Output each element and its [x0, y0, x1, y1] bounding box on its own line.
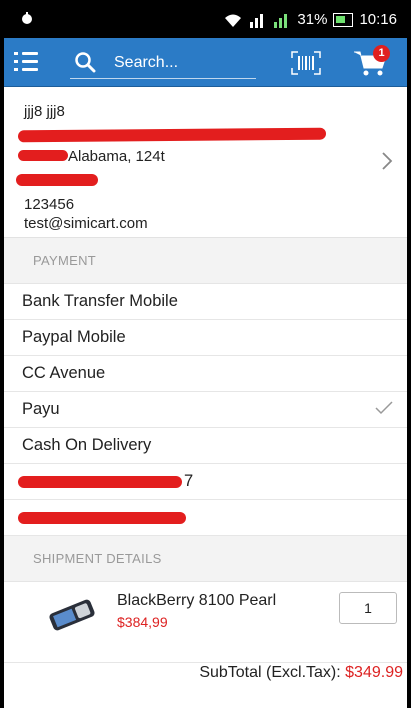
product-name: BlackBerry 8100 Pearl — [117, 592, 277, 609]
address-email: test@simicart.com — [24, 215, 148, 232]
redaction-mark — [18, 150, 68, 161]
payment-method-saved-card[interactable]: 7 — [4, 464, 407, 500]
address-name: jjj8 jjj8 — [24, 103, 65, 120]
battery-percent: 31% — [297, 11, 328, 28]
wifi-icon — [225, 14, 242, 27]
subtotal-row: SubTotal (Excl.Tax): $349.99 — [4, 664, 403, 682]
app-toolbar: Search... 1 — [4, 38, 407, 87]
redaction-mark — [17, 127, 327, 143]
product-price: $384,99 — [117, 614, 168, 630]
search-input[interactable]: Search... — [70, 48, 256, 79]
payment-method-label: Payu — [22, 400, 60, 418]
payment-method-paypal[interactable]: Paypal Mobile — [4, 320, 407, 356]
payment-method-bank-transfer[interactable]: Bank Transfer Mobile — [4, 284, 407, 320]
status-icons: 31% 10:16 — [223, 11, 397, 28]
shipment-section-header: SHIPMENT DETAILS — [4, 536, 407, 582]
cart-count-badge: 1 — [373, 45, 390, 62]
subtotal-value: $349.99 — [345, 664, 403, 681]
redaction-mark — [18, 512, 186, 524]
signal-icon-2 — [274, 13, 288, 28]
payment-method-cc-avenue[interactable]: CC Avenue — [4, 356, 407, 392]
chevron-right-icon — [382, 152, 393, 170]
barcode-scanner-icon[interactable] — [290, 50, 322, 76]
shipping-address-card[interactable]: jjj8 jjj8 Alabama, 124t 123456 test@simi… — [4, 87, 407, 238]
search-placeholder: Search... — [114, 54, 179, 71]
phone-screen: 31% 10:16 Search... 1 jjj8 jjj8 Alabama,… — [4, 2, 407, 708]
clock: 10:16 — [359, 11, 397, 28]
android-notification-icon — [22, 12, 32, 24]
search-icon — [75, 52, 96, 73]
address-city: Alabama, 124t — [68, 148, 165, 165]
payment-method-cod[interactable]: Cash On Delivery — [4, 428, 407, 464]
status-bar: 31% 10:16 — [4, 2, 407, 38]
product-image — [49, 599, 95, 631]
quantity-field[interactable]: 1 — [339, 592, 397, 624]
redaction-mark — [16, 174, 98, 186]
payment-method-saved-card-2[interactable] — [4, 500, 407, 536]
payment-section-header: PAYMENT — [4, 238, 407, 284]
shipment-item: BlackBerry 8100 Pearl $384,99 1 — [4, 582, 407, 663]
signal-icon-1 — [250, 13, 264, 28]
payment-method-payu[interactable]: Payu — [4, 392, 407, 428]
redaction-mark — [18, 476, 182, 488]
hamburger-menu-icon[interactable] — [14, 52, 38, 72]
battery-icon — [333, 12, 354, 27]
subtotal-label: SubTotal (Excl.Tax): — [199, 664, 341, 681]
address-phone: 123456 — [24, 196, 75, 213]
payment-method-suffix: 7 — [184, 472, 194, 490]
checkmark-icon — [375, 401, 393, 415]
